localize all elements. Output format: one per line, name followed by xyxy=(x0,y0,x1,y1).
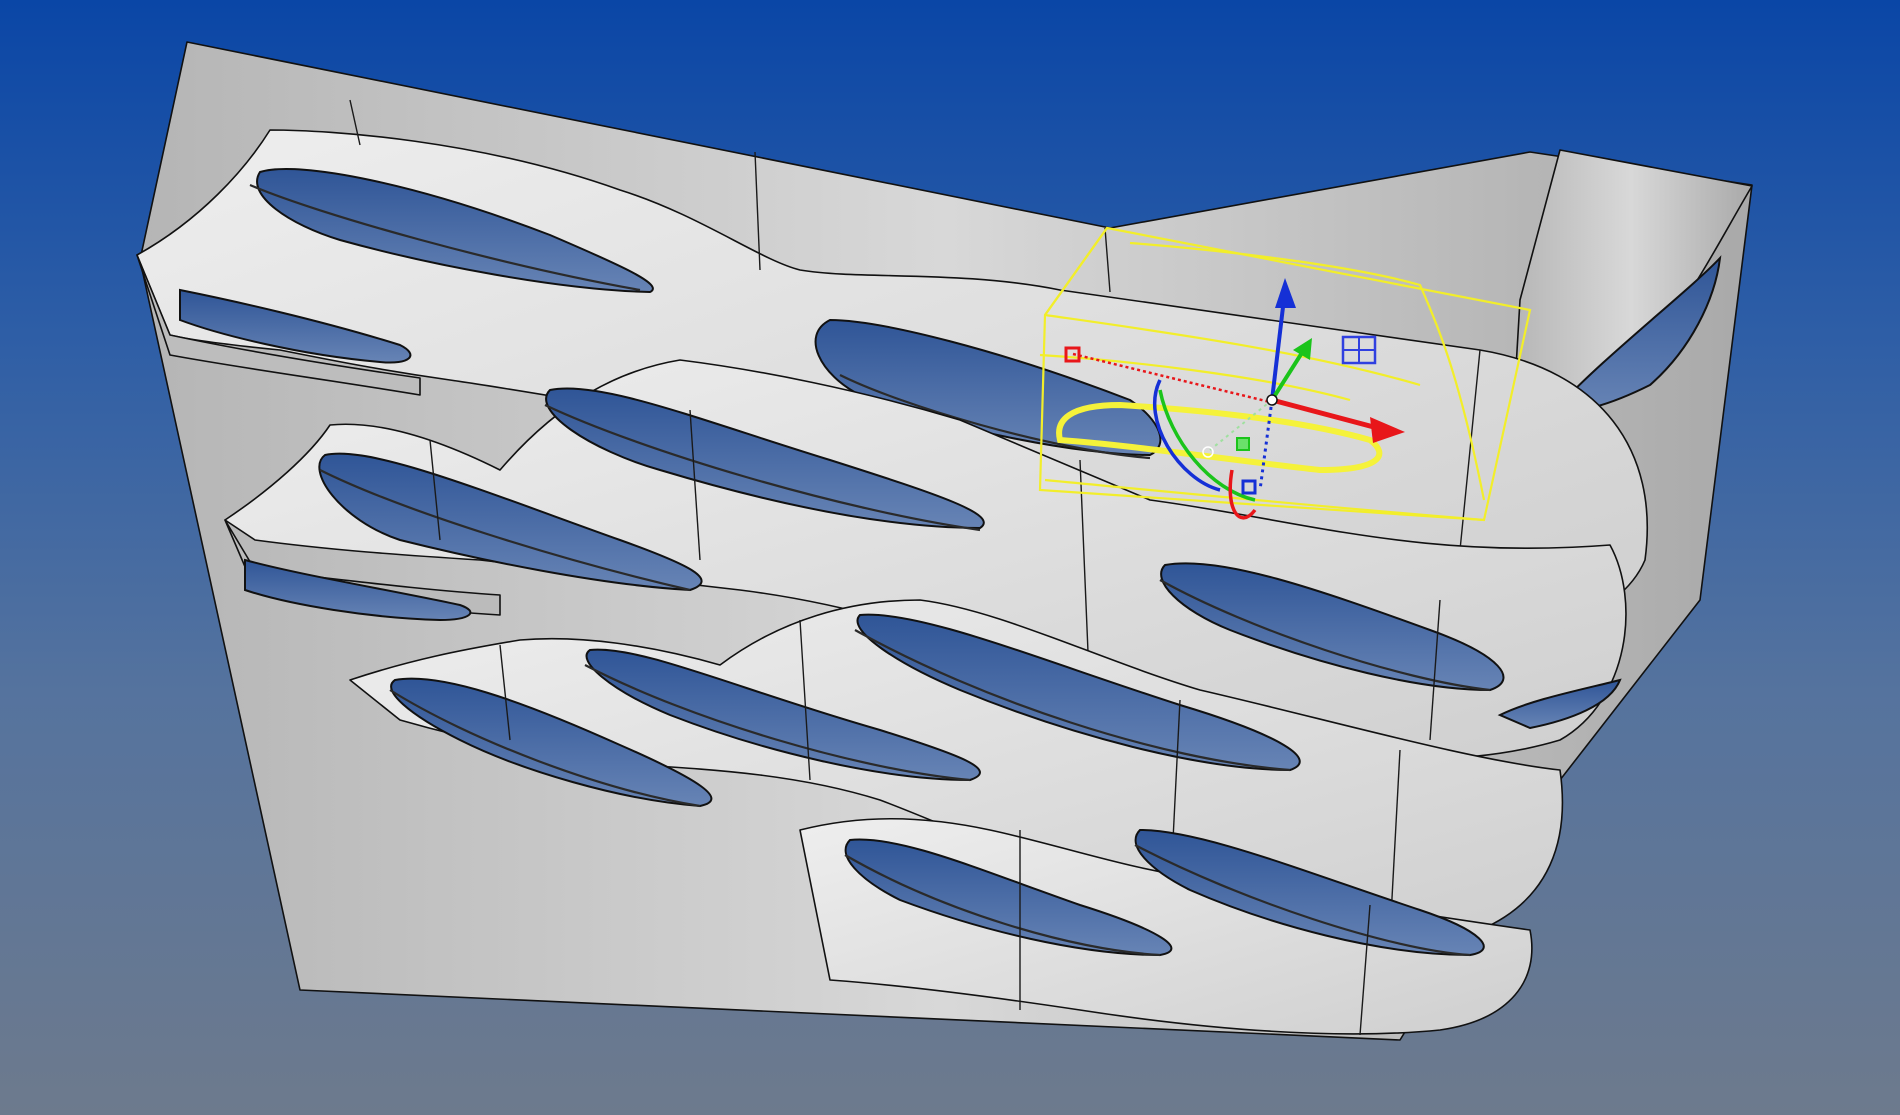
gizmo-origin[interactable] xyxy=(1266,394,1278,406)
3d-viewport[interactable] xyxy=(0,0,1900,1115)
scale-y-handle-icon[interactable] xyxy=(1236,437,1250,451)
facade-model[interactable] xyxy=(0,0,1900,1115)
